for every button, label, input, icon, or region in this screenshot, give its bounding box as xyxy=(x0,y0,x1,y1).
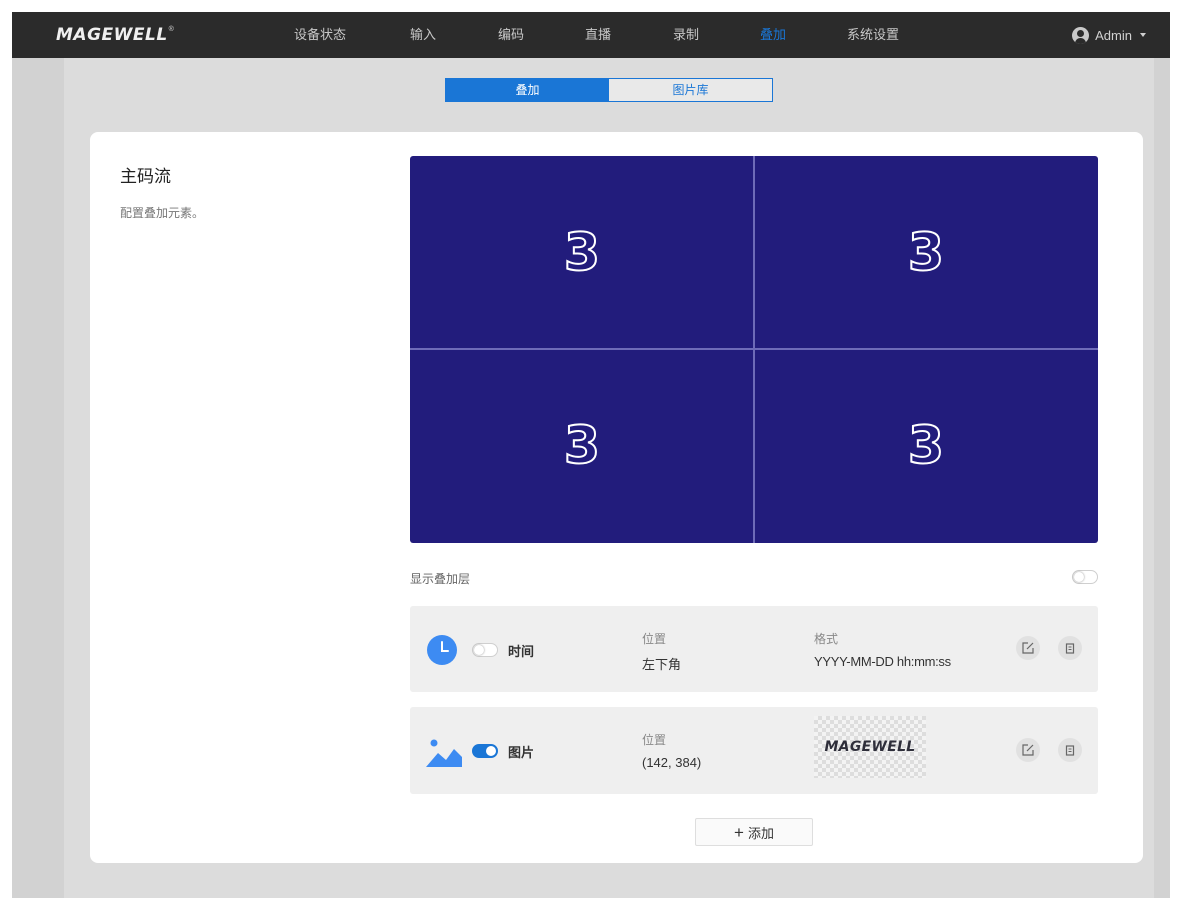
tab-overlay[interactable]: 叠加 xyxy=(446,79,609,101)
preview-quadrant-top-right: 3 xyxy=(754,156,1098,350)
add-overlay-button[interactable]: + 添加 xyxy=(695,818,813,846)
show-overlay-toggle[interactable] xyxy=(1072,570,1098,584)
overlay-type-label: 图片 xyxy=(508,745,535,760)
edit-icon xyxy=(1022,642,1034,654)
show-overlay-label: 显示叠加层 xyxy=(410,572,471,586)
thumbnail-logo: MAGEWELL xyxy=(824,739,916,755)
delete-button[interactable] xyxy=(1058,738,1082,762)
user-avatar-icon xyxy=(1072,26,1090,44)
overlay-type-label: 时间 xyxy=(508,644,535,659)
chevron-down-icon xyxy=(1140,33,1146,37)
video-preview: 3 3 3 3 xyxy=(410,156,1098,543)
format-label: 格式 xyxy=(814,632,839,646)
nav-item-overlay[interactable]: 叠加 xyxy=(760,12,786,58)
overlay-tabs: 叠加 图片库 xyxy=(445,78,773,102)
app-frame: MAGEWELL ® 设备状态 输入 编码 直播 录制 叠加 系统设置 Admi… xyxy=(12,12,1170,898)
nav-item-system-settings[interactable]: 系统设置 xyxy=(847,12,899,58)
tab-image-library[interactable]: 图片库 xyxy=(609,79,772,101)
image-overlay-toggle[interactable] xyxy=(472,744,498,758)
trash-icon xyxy=(1065,643,1075,654)
preview-quadrant-bottom-left: 3 xyxy=(410,350,754,544)
nav-item-device-status[interactable]: 设备状态 xyxy=(294,12,346,58)
magewell-logo[interactable]: MAGEWELL ® xyxy=(56,25,174,45)
edit-button[interactable] xyxy=(1016,636,1040,660)
edit-button[interactable] xyxy=(1016,738,1040,762)
quadrant-number: 3 xyxy=(563,415,601,477)
logo-text: MAGEWELL xyxy=(56,25,168,45)
top-navigation-bar: MAGEWELL ® 设备状态 输入 编码 直播 录制 叠加 系统设置 Admi… xyxy=(12,12,1170,58)
preview-quadrant-top-left: 3 xyxy=(410,156,754,350)
quadrant-number: 3 xyxy=(907,222,945,284)
preview-divider-horizontal xyxy=(410,348,1098,350)
add-button-label: 添加 xyxy=(747,825,774,841)
user-name: Admin xyxy=(1095,27,1132,43)
image-overlay-thumbnail: MAGEWELL xyxy=(814,716,926,778)
section-description: 配置叠加元素。 xyxy=(120,206,205,220)
logo-registered-mark: ® xyxy=(168,26,174,33)
quadrant-number: 3 xyxy=(563,222,601,284)
position-value: (142, 384) xyxy=(642,755,702,770)
section-title: 主码流 xyxy=(120,167,171,186)
quadrant-number: 3 xyxy=(907,415,945,477)
position-value: 左下角 xyxy=(642,657,682,672)
overlay-settings-card: 主码流 配置叠加元素。 3 3 3 3 显示叠加层 时间 位置 左下角 格式 Y… xyxy=(90,132,1143,863)
nav-item-encoding[interactable]: 编码 xyxy=(498,12,524,58)
position-label: 位置 xyxy=(642,733,667,747)
trash-icon xyxy=(1065,745,1075,756)
delete-button[interactable] xyxy=(1058,636,1082,660)
nav-item-live[interactable]: 直播 xyxy=(585,12,611,58)
clock-icon xyxy=(426,634,458,671)
overlay-item-image: 图片 位置 (142, 384) xyxy=(410,707,1098,794)
plus-icon: + xyxy=(734,822,744,842)
preview-quadrant-bottom-right: 3 xyxy=(754,350,1098,544)
user-menu[interactable]: Admin xyxy=(1072,25,1146,45)
time-overlay-toggle[interactable] xyxy=(472,643,498,657)
position-label: 位置 xyxy=(642,632,667,646)
edit-icon xyxy=(1022,744,1034,756)
nav-item-recording[interactable]: 录制 xyxy=(673,12,699,58)
format-value: YYYY-MM-DD hh:mm:ss xyxy=(814,654,951,669)
image-icon xyxy=(426,735,462,772)
overlay-item-time: 时间 位置 左下角 格式 YYYY-MM-DD hh:mm:ss xyxy=(410,606,1098,692)
nav-item-input[interactable]: 输入 xyxy=(410,12,436,58)
